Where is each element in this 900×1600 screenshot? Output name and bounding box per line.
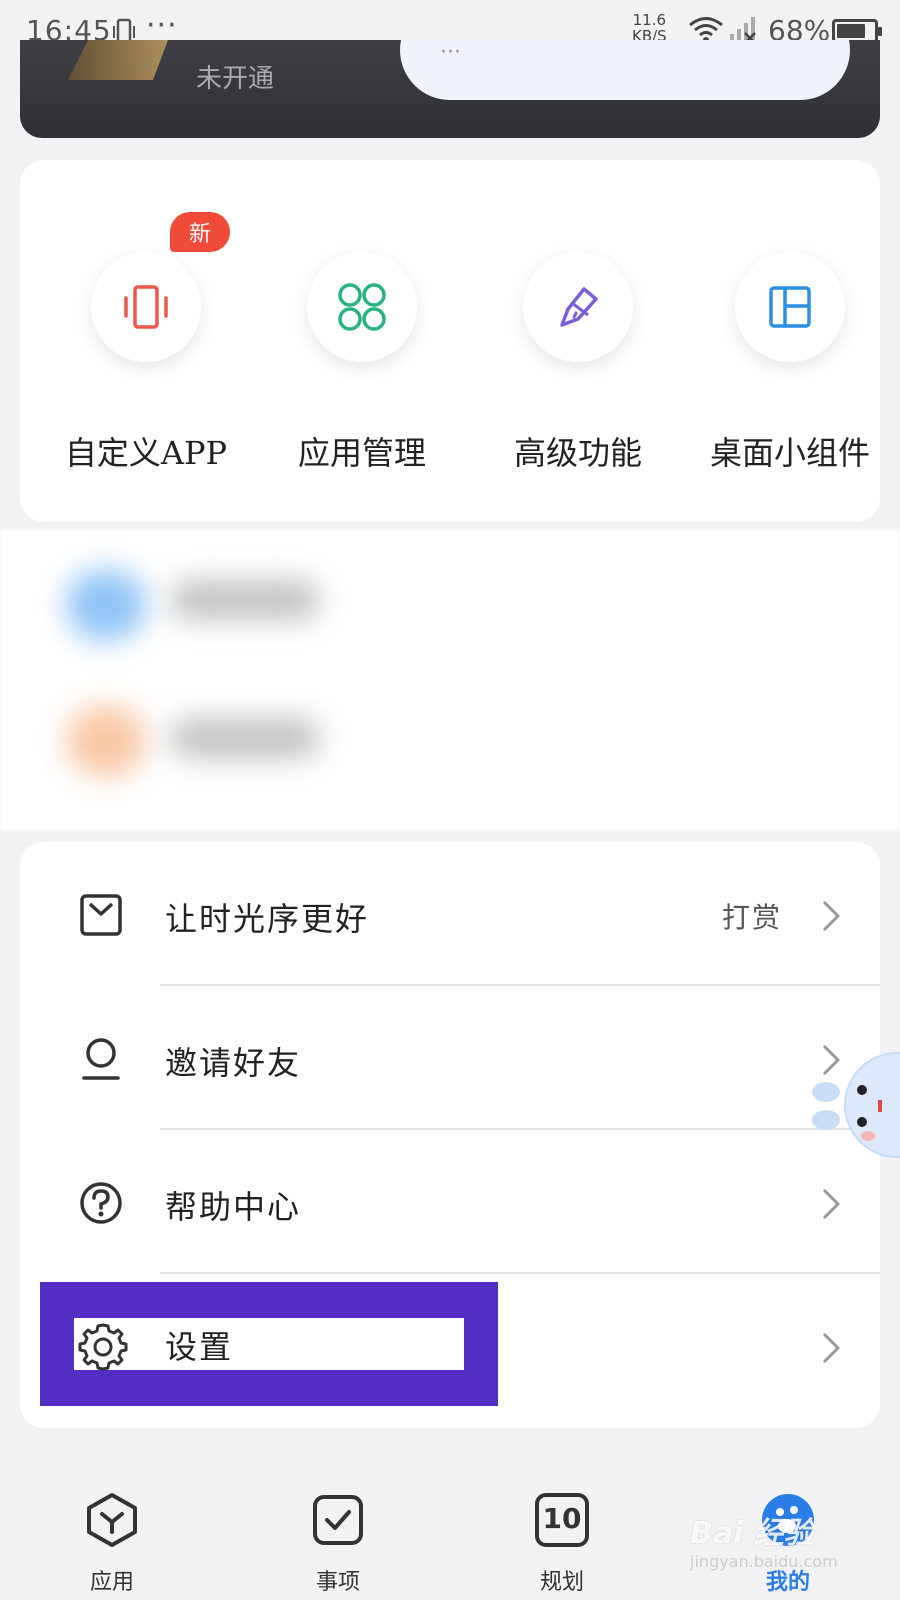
blurred-text [170, 718, 320, 758]
blurred-section [0, 530, 900, 830]
menu-label: 邀请好友 [165, 1044, 302, 1082]
widget-layout-icon [769, 286, 811, 328]
feature-app-management[interactable]: 应用管理 [262, 252, 462, 474]
nav-label: 规划 [539, 1570, 584, 1595]
menu-label: 让时光序更好 [165, 900, 370, 938]
watermark-url: jingyan.baidu.com [690, 1552, 838, 1571]
feature-circle [523, 252, 633, 362]
nav-plan[interactable]: 10 规划 [502, 1490, 622, 1596]
feature-label: 应用管理 [297, 434, 426, 472]
vip-banner[interactable]: 未开通 ··· [20, 40, 880, 138]
feature-label: 自定义APP [64, 434, 228, 472]
feature-custom-app[interactable]: 自定义APP [46, 252, 246, 474]
chevron-right-icon [822, 1188, 841, 1220]
feature-label: 高级功能 [513, 434, 642, 472]
blurred-icon [66, 706, 146, 776]
feature-label: 桌面小组件 [709, 434, 870, 472]
feature-advanced[interactable]: 高级功能 [478, 252, 678, 474]
menu-item-help[interactable]: 帮助中心 [20, 1130, 880, 1274]
phone-vibrate-icon [124, 285, 168, 329]
feature-circle [307, 252, 417, 362]
watermark-brand: Bai 经验 [690, 1516, 814, 1551]
nav-tasks[interactable]: 事项 [278, 1490, 398, 1596]
new-badge: 新 [170, 212, 230, 252]
four-circles-icon [338, 283, 386, 331]
nav-label: 事项 [315, 1570, 360, 1595]
floating-mascot[interactable] [812, 1040, 900, 1170]
chevron-right-icon [822, 900, 841, 932]
chevron-right-icon [822, 1332, 841, 1364]
feature-circle [91, 252, 201, 362]
reward-bag-icon [80, 894, 122, 936]
vip-pill-text: ··· [440, 40, 461, 65]
menu-item-support[interactable]: 让时光序更好 打赏 [20, 842, 880, 986]
person-icon [82, 1038, 120, 1080]
feature-circle [735, 252, 845, 362]
network-speed-value: 11.6 [632, 11, 667, 29]
menu-item-invite[interactable]: 邀请好友 [20, 986, 880, 1130]
nav-apps[interactable]: 应用 [52, 1490, 172, 1596]
pen-nib-icon [560, 287, 598, 327]
vip-status: 未开通 [196, 64, 275, 94]
calendar-date: 10 [542, 1502, 582, 1535]
tip-label: 打赏 [721, 901, 782, 934]
vip-logo [68, 40, 168, 80]
blurred-text [170, 580, 320, 620]
status-more-dots: ··· [146, 8, 178, 43]
blurred-icon [66, 570, 146, 640]
apps-hex-icon [87, 1493, 137, 1547]
help-circle-icon [80, 1182, 122, 1224]
menu-label: 帮助中心 [165, 1188, 302, 1226]
nav-label: 应用 [89, 1570, 134, 1595]
settings-highlight-inner [74, 1318, 464, 1370]
checkbox-icon [313, 1495, 363, 1545]
feature-card: 自定义APP 新 应用管理 高级功能 桌面小组件 [20, 160, 880, 522]
feature-desktop-widgets[interactable]: 桌面小组件 [690, 252, 890, 474]
gear-icon [78, 1323, 128, 1371]
settings-highlight: 设置 [40, 1282, 498, 1406]
vip-activate-pill[interactable]: ··· [400, 40, 850, 100]
menu-label: 设置 [165, 1328, 234, 1366]
